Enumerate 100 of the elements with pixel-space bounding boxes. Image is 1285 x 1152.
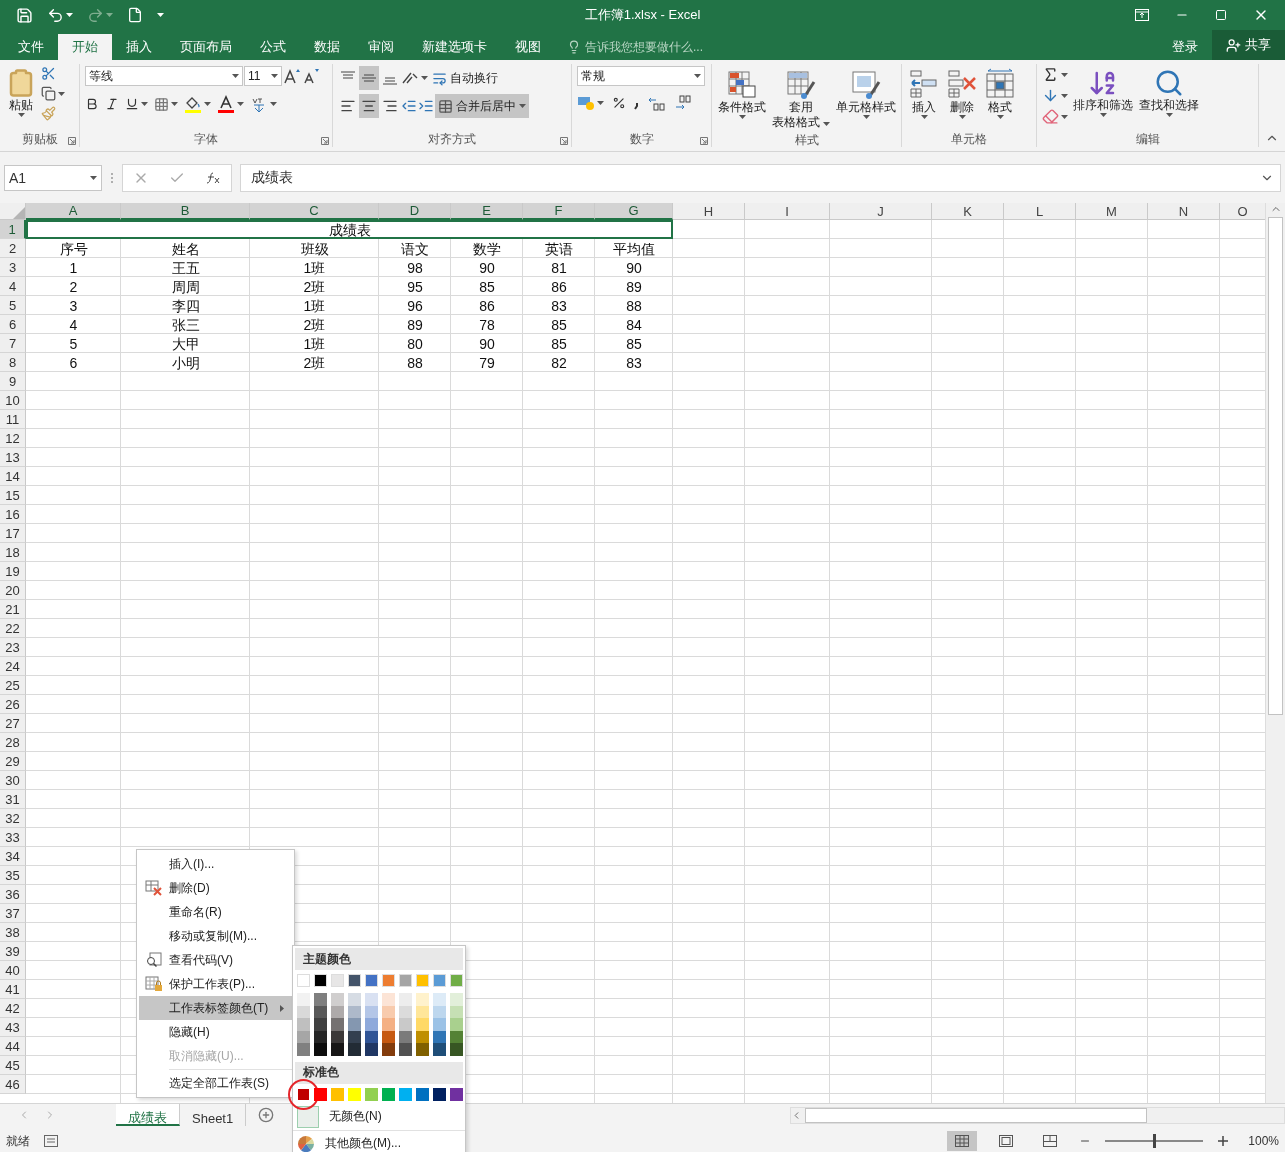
ribbon-display-icon[interactable] xyxy=(1135,9,1149,21)
sheet-tab[interactable]: Sheet1 xyxy=(180,1104,247,1126)
color-swatch[interactable] xyxy=(433,1087,446,1101)
column-header[interactable]: N xyxy=(1148,203,1220,220)
row-header[interactable]: 22 xyxy=(0,619,26,638)
column-header[interactable]: H xyxy=(673,203,745,220)
color-swatch[interactable] xyxy=(399,974,412,987)
row-header[interactable]: 26 xyxy=(0,695,26,714)
new-file-icon[interactable] xyxy=(127,7,143,23)
caret-icon[interactable] xyxy=(58,91,65,96)
column-header[interactable]: G xyxy=(595,203,673,220)
row-header[interactable]: 14 xyxy=(0,467,26,486)
sheet-tab[interactable]: 成绩表 xyxy=(116,1104,180,1126)
caret-icon[interactable] xyxy=(597,101,604,105)
row-header[interactable]: 12 xyxy=(0,429,26,448)
horizontal-align-button[interactable] xyxy=(359,94,379,118)
ribbon-button[interactable]: 删除 xyxy=(945,66,979,131)
decrease-indent-icon[interactable] xyxy=(401,98,417,114)
maximize-icon[interactable] xyxy=(1215,9,1227,21)
row-header[interactable]: 33 xyxy=(0,828,26,847)
menu-tab[interactable]: 审阅 xyxy=(354,34,408,60)
caret-icon[interactable] xyxy=(90,175,97,180)
row-header[interactable]: 17 xyxy=(0,524,26,543)
row-header[interactable]: 31 xyxy=(0,790,26,809)
row-header[interactable]: 45 xyxy=(0,1056,26,1075)
horizontal-scrollbar[interactable] xyxy=(790,1107,1285,1124)
row-header[interactable]: 29 xyxy=(0,752,26,771)
column-header[interactable]: B xyxy=(121,203,250,220)
dialog-launcher-icon[interactable] xyxy=(321,137,329,145)
login-button[interactable]: 登录 xyxy=(1166,34,1204,60)
color-swatch[interactable] xyxy=(365,1087,378,1101)
caret-icon[interactable] xyxy=(996,115,1004,119)
dialog-launcher-icon[interactable] xyxy=(700,137,708,145)
font-name-field[interactable]: 等线 xyxy=(85,66,243,86)
shrink-font-icon[interactable] xyxy=(302,68,320,84)
color-swatch[interactable] xyxy=(331,1043,344,1056)
color-swatch[interactable] xyxy=(382,1043,395,1056)
name-box[interactable]: A1 xyxy=(4,164,102,191)
font-size-field[interactable]: 11 xyxy=(244,66,282,86)
caret-icon[interactable] xyxy=(232,74,239,78)
color-swatch[interactable] xyxy=(416,1018,429,1031)
menu-item[interactable]: 查看代码(V) xyxy=(139,948,292,972)
row-header[interactable]: 37 xyxy=(0,904,26,923)
row-header[interactable]: 15 xyxy=(0,486,26,505)
caret-icon[interactable] xyxy=(17,113,25,117)
row-header[interactable]: 1 xyxy=(0,220,26,239)
ribbon-button[interactable]: 格式 xyxy=(983,66,1017,131)
wrap-text-button[interactable]: 自动换行 xyxy=(429,66,501,90)
caret-icon[interactable] xyxy=(823,122,831,126)
color-swatch[interactable] xyxy=(382,974,395,987)
color-swatch[interactable] xyxy=(365,993,378,1006)
paste-button[interactable]: 粘贴 xyxy=(5,66,37,131)
ribbon-button[interactable]: 单元格样式 xyxy=(835,66,898,132)
row-header[interactable]: 41 xyxy=(0,980,26,999)
column-header[interactable]: J xyxy=(830,203,932,220)
undo-icon[interactable] xyxy=(47,6,64,24)
row-header[interactable]: 6 xyxy=(0,315,26,334)
menu-tab[interactable]: 新建选项卡 xyxy=(408,34,501,60)
tell-me-field[interactable]: 告诉我您想要做什么... xyxy=(567,34,1166,60)
color-swatch[interactable] xyxy=(314,1018,327,1031)
color-swatch[interactable] xyxy=(314,974,327,987)
menu-item[interactable]: 保护工作表(P)... xyxy=(139,972,292,996)
menu-tab[interactable]: 公式 xyxy=(246,34,300,60)
color-swatch[interactable] xyxy=(433,974,446,987)
caret-icon[interactable] xyxy=(171,102,178,106)
caret-icon[interactable] xyxy=(862,115,870,119)
row-header[interactable]: 13 xyxy=(0,448,26,467)
color-swatch[interactable] xyxy=(297,993,310,1006)
ribbon-button[interactable]: 插入 xyxy=(907,66,941,131)
column-header[interactable]: E xyxy=(451,203,523,220)
color-swatch[interactable] xyxy=(450,1087,463,1101)
caret-icon[interactable] xyxy=(1061,93,1068,98)
underline-icon[interactable] xyxy=(125,97,139,111)
color-swatch[interactable] xyxy=(348,993,361,1006)
menu-item[interactable]: 无颜色(N) xyxy=(293,1103,465,1130)
row-header[interactable]: 28 xyxy=(0,733,26,752)
decrease-decimal-icon[interactable] xyxy=(674,95,692,111)
row-header[interactable]: 27 xyxy=(0,714,26,733)
ribbon-button[interactable]: 排序和筛选 xyxy=(1072,66,1134,131)
column-header[interactable]: D xyxy=(379,203,451,220)
row-header[interactable]: 24 xyxy=(0,657,26,676)
caret-icon[interactable] xyxy=(157,13,164,17)
caret-icon[interactable] xyxy=(204,102,211,106)
fill-color-icon[interactable] xyxy=(184,95,202,113)
menu-tab[interactable]: 文件 xyxy=(4,34,58,60)
menu-item[interactable]: 移动或复制(M)... xyxy=(139,924,292,948)
color-swatch[interactable] xyxy=(433,993,446,1006)
row-header[interactable]: 16 xyxy=(0,505,26,524)
row-header[interactable]: 3 xyxy=(0,258,26,277)
color-swatch[interactable] xyxy=(314,1087,327,1101)
row-header[interactable]: 7 xyxy=(0,334,26,353)
color-swatch[interactable] xyxy=(416,1043,429,1056)
copy-icon[interactable] xyxy=(41,86,56,101)
row-header[interactable]: 40 xyxy=(0,961,26,980)
percent-icon[interactable] xyxy=(612,96,626,110)
caret-icon[interactable] xyxy=(694,74,701,78)
menu-tab[interactable]: 插入 xyxy=(112,34,166,60)
color-swatch[interactable] xyxy=(416,974,429,987)
row-header[interactable]: 5 xyxy=(0,296,26,315)
caret-icon[interactable] xyxy=(270,102,277,106)
